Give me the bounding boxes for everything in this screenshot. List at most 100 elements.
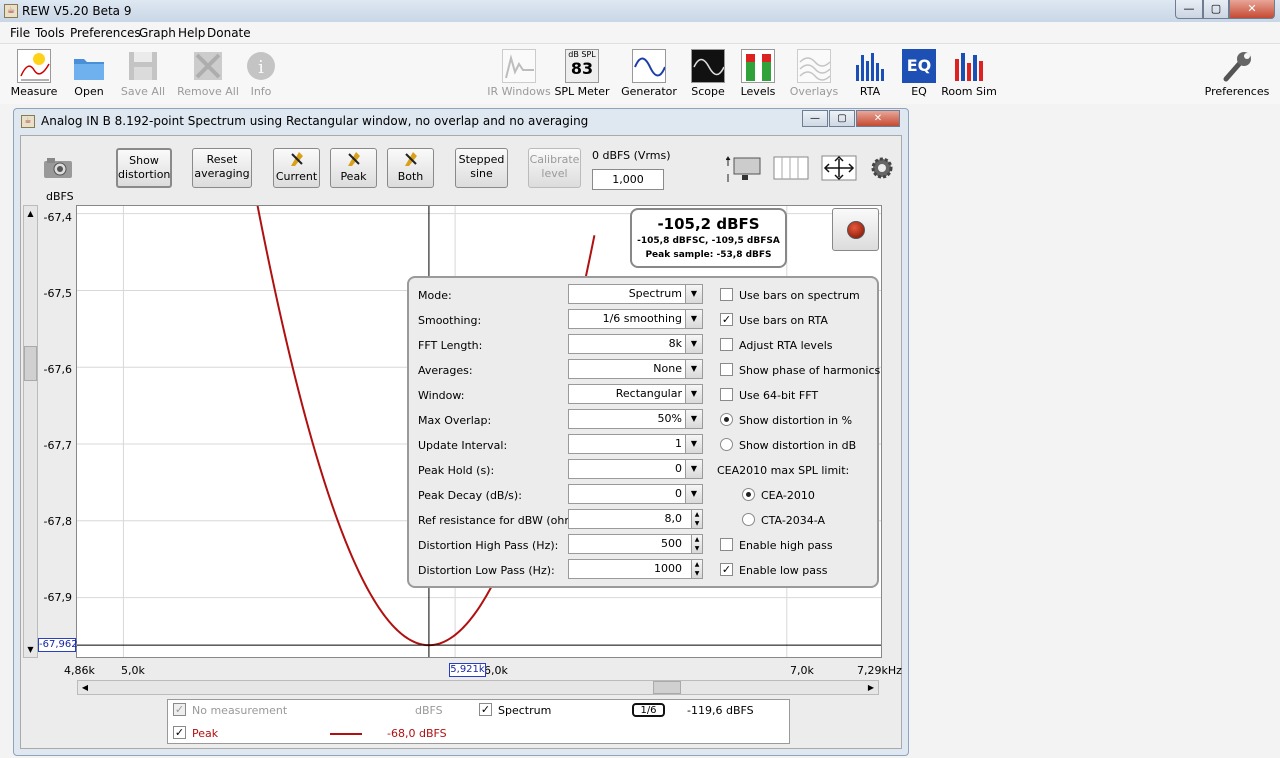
- ir-windows-button[interactable]: IR Windows: [484, 44, 554, 98]
- dropdown-arrow-icon[interactable]: ▼: [685, 285, 702, 303]
- menu-help[interactable]: Help: [178, 26, 205, 40]
- setting-spinner[interactable]: 8,0 ▲ ▼: [568, 509, 703, 529]
- sine-wave-icon: [632, 49, 666, 83]
- spl-meter-button[interactable]: dB SPL 83 SPL Meter: [547, 44, 617, 98]
- option-radio[interactable]: [742, 513, 755, 526]
- dropdown-arrow-icon[interactable]: ▼: [685, 410, 702, 428]
- peak-value: -68,0 dBFS: [387, 727, 447, 740]
- option-label: Use bars on spectrum: [739, 289, 860, 302]
- option-label: Use bars on RTA: [739, 314, 828, 327]
- setting-dropdown[interactable]: 1 ▼: [568, 434, 703, 454]
- option-label: CEA-2010: [761, 489, 815, 502]
- dropdown-arrow-icon[interactable]: ▼: [685, 335, 702, 353]
- calibrate-level-button[interactable]: Calibrate level: [528, 148, 581, 188]
- close-button[interactable]: ✕: [1229, 0, 1275, 19]
- scroll-down-icon[interactable]: ▼: [24, 642, 37, 657]
- option-checkbox[interactable]: [720, 538, 733, 551]
- menu-preferences[interactable]: Preferences: [70, 26, 141, 40]
- setting-dropdown[interactable]: 50% ▼: [568, 409, 703, 429]
- option-label: Show distortion in dB: [739, 439, 857, 452]
- maximize-button[interactable]: ▢: [1203, 0, 1229, 19]
- preferences-button[interactable]: Preferences: [1200, 44, 1274, 98]
- reset-averaging-button[interactable]: Reset averaging: [192, 148, 252, 188]
- setting-dropdown[interactable]: 0 ▼: [568, 459, 703, 479]
- option-checkbox[interactable]: ✓: [720, 563, 733, 576]
- setting-dropdown[interactable]: None ▼: [568, 359, 703, 379]
- option-radio[interactable]: [720, 413, 733, 426]
- level-ref-input[interactable]: 1,000: [592, 169, 664, 190]
- rta-close-button[interactable]: ✕: [856, 110, 900, 127]
- setting-dropdown[interactable]: 1/6 smoothing ▼: [568, 309, 703, 329]
- camera-icon[interactable]: [43, 156, 73, 180]
- setting-value: 50%: [657, 412, 682, 425]
- option-radio[interactable]: [720, 438, 733, 451]
- dropdown-arrow-icon[interactable]: ▼: [685, 360, 702, 378]
- current-button[interactable]: Current: [273, 148, 320, 188]
- option-label: Show distortion in %: [739, 414, 853, 427]
- setting-spinner[interactable]: 1000 ▲ ▼: [568, 559, 703, 579]
- setting-label: Peak Hold (s):: [418, 464, 495, 477]
- save-all-button[interactable]: Save All: [108, 44, 178, 98]
- dropdown-arrow-icon[interactable]: ▼: [685, 485, 702, 503]
- main-toolbar: Measure Open Save All Remove All i Info …: [0, 44, 1280, 104]
- stepped-sine-button[interactable]: Stepped sine: [455, 148, 508, 188]
- spectrum-checkbox[interactable]: ✓: [479, 703, 492, 716]
- spinner-arrows-icon[interactable]: ▲ ▼: [691, 510, 702, 528]
- peak-label: Peak: [192, 727, 219, 740]
- record-button[interactable]: [832, 208, 879, 251]
- show-distortion-button[interactable]: Show distortion: [116, 148, 172, 188]
- menu-file[interactable]: File: [10, 26, 30, 40]
- option-checkbox[interactable]: ✓: [720, 313, 733, 326]
- x-cursor-value: 5,921k: [449, 663, 486, 677]
- menu-tools[interactable]: Tools: [35, 26, 65, 40]
- rta-restore-button[interactable]: ▢: [829, 110, 855, 127]
- menu-donate[interactable]: Donate: [207, 26, 251, 40]
- setting-dropdown[interactable]: 8k ▼: [568, 334, 703, 354]
- zoom-fit-icon[interactable]: [821, 155, 857, 181]
- x-tick-label: 7,29kHz: [857, 664, 902, 677]
- option-checkbox[interactable]: [720, 363, 733, 376]
- peak-checkbox[interactable]: ✓: [173, 726, 186, 739]
- rta-minimize-button[interactable]: —: [802, 110, 828, 127]
- menu-graph[interactable]: Graph: [139, 26, 176, 40]
- info-button[interactable]: i Info: [226, 44, 296, 98]
- gear-icon[interactable]: [870, 156, 894, 180]
- spinner-arrows-icon[interactable]: ▲ ▼: [691, 535, 702, 553]
- readout-main: -105,2 dBFS: [657, 215, 760, 233]
- option-checkbox[interactable]: [720, 338, 733, 351]
- dropdown-arrow-icon[interactable]: ▼: [685, 385, 702, 403]
- setting-value: 500: [661, 537, 682, 550]
- wrench-icon: [1220, 49, 1254, 83]
- option-checkbox[interactable]: [720, 288, 733, 301]
- columns-icon[interactable]: [773, 156, 809, 180]
- scroll-right-icon[interactable]: ▶: [864, 681, 878, 694]
- option-label: Show phase of harmonics: [739, 364, 881, 377]
- setting-label: Window:: [418, 389, 465, 402]
- room-sim-button[interactable]: Room Sim: [934, 44, 1004, 98]
- y-tick-label: -67,7: [43, 439, 72, 452]
- setting-dropdown[interactable]: Spectrum ▼: [568, 284, 703, 304]
- peak-button[interactable]: Peak: [330, 148, 377, 188]
- setting-value: None: [653, 362, 682, 375]
- minimize-button[interactable]: —: [1175, 0, 1203, 19]
- setting-label: Update Interval:: [418, 439, 508, 452]
- graph-limits-icon[interactable]: [725, 154, 762, 182]
- dropdown-arrow-icon[interactable]: ▼: [685, 435, 702, 453]
- setting-dropdown[interactable]: 0 ▼: [568, 484, 703, 504]
- scroll-left-icon[interactable]: ◀: [78, 681, 92, 694]
- option-radio[interactable]: [742, 488, 755, 501]
- setting-dropdown[interactable]: Rectangular ▼: [568, 384, 703, 404]
- x-scrollbar[interactable]: ◀ ▶: [77, 680, 879, 695]
- setting-value: 1/6 smoothing: [602, 312, 682, 325]
- measure-icon: [17, 49, 51, 83]
- no-measurement-checkbox[interactable]: ✓: [173, 703, 186, 716]
- dropdown-arrow-icon[interactable]: ▼: [685, 310, 702, 328]
- setting-spinner[interactable]: 500 ▲ ▼: [568, 534, 703, 554]
- both-icon: [388, 150, 433, 170]
- dropdown-arrow-icon[interactable]: ▼: [685, 460, 702, 478]
- spinner-arrows-icon[interactable]: ▲ ▼: [691, 560, 702, 578]
- smoothing-badge[interactable]: 1/6: [632, 703, 665, 717]
- both-button[interactable]: Both: [387, 148, 434, 188]
- x-scroll-thumb[interactable]: [653, 681, 681, 694]
- option-checkbox[interactable]: [720, 388, 733, 401]
